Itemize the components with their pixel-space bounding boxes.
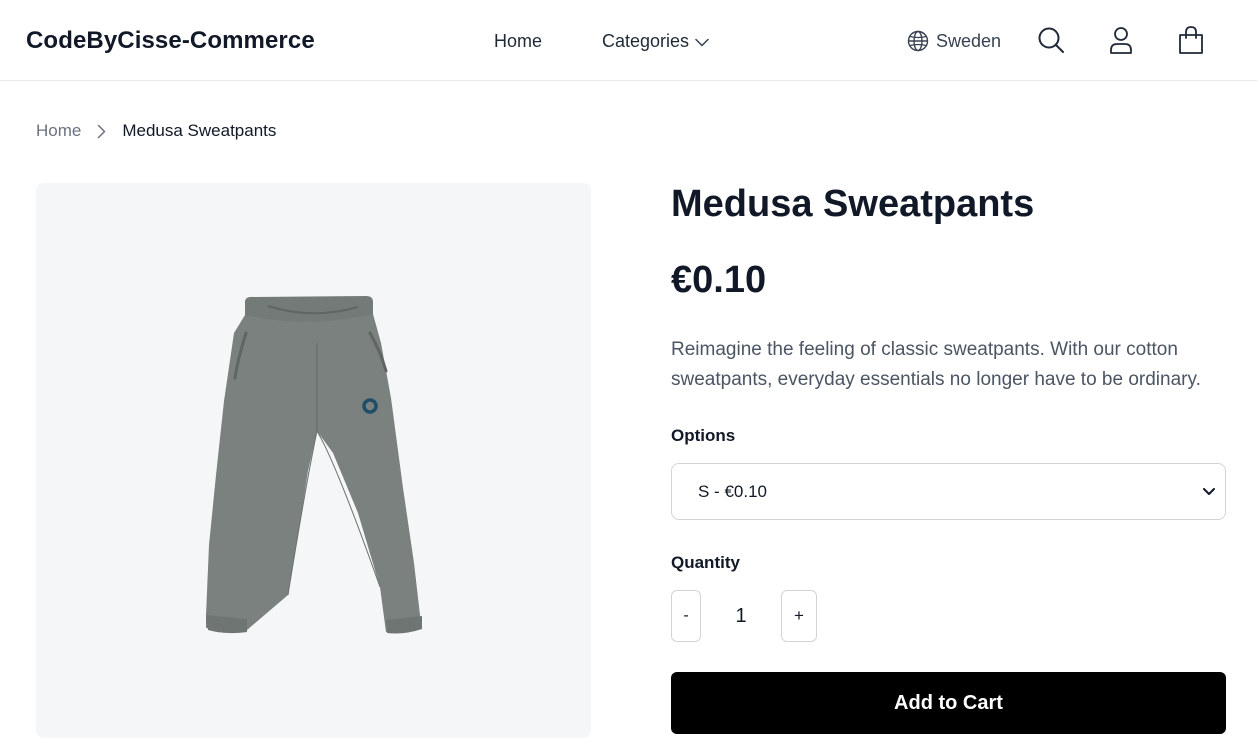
chevron-down-icon xyxy=(1203,487,1215,495)
user-icon xyxy=(1110,27,1132,54)
quantity-increase-button[interactable]: + xyxy=(781,590,817,642)
globe-icon xyxy=(907,30,929,52)
product-title: Medusa Sweatpants xyxy=(671,183,1035,225)
product-price: €0.10 xyxy=(671,259,767,301)
add-to-cart-button[interactable]: Add to Cart xyxy=(671,672,1226,734)
site-header: CodeByCisse-Commerce Home Categories Swe… xyxy=(0,0,1257,81)
cart-button[interactable] xyxy=(1177,26,1205,54)
variant-select-value: S - €0.10 xyxy=(698,481,767,501)
sweatpants-image xyxy=(206,296,422,634)
store-logo[interactable]: CodeByCisse-Commerce xyxy=(26,27,315,55)
shopping-bag-icon xyxy=(1179,26,1203,54)
search-button[interactable] xyxy=(1037,26,1065,54)
breadcrumb-current: Medusa Sweatpants xyxy=(122,121,277,140)
region-label: Sweden xyxy=(936,30,1002,51)
region-selector[interactable]: Sweden xyxy=(907,30,1001,52)
chevron-down-icon xyxy=(695,38,709,46)
breadcrumb-home-link[interactable]: Home xyxy=(36,121,81,141)
quantity-value: 1 xyxy=(735,604,747,627)
chevron-right-icon xyxy=(97,124,106,139)
nav-home-link[interactable]: Home xyxy=(494,31,542,52)
quantity-decrease-button[interactable]: - xyxy=(671,590,701,642)
nav-categories-label: Categories xyxy=(602,31,690,51)
options-label: Options xyxy=(671,426,736,445)
account-button[interactable] xyxy=(1107,26,1135,54)
product-description: Reimagine the feeling of classic sweatpa… xyxy=(671,339,1201,390)
search-icon xyxy=(1038,27,1064,53)
nav-categories-dropdown[interactable]: Categories xyxy=(602,31,709,52)
breadcrumb: Home Medusa Sweatpants xyxy=(36,121,276,141)
quantity-label: Quantity xyxy=(671,553,740,572)
variant-select[interactable]: S - €0.10 xyxy=(671,463,1226,520)
product-image[interactable] xyxy=(36,183,591,738)
